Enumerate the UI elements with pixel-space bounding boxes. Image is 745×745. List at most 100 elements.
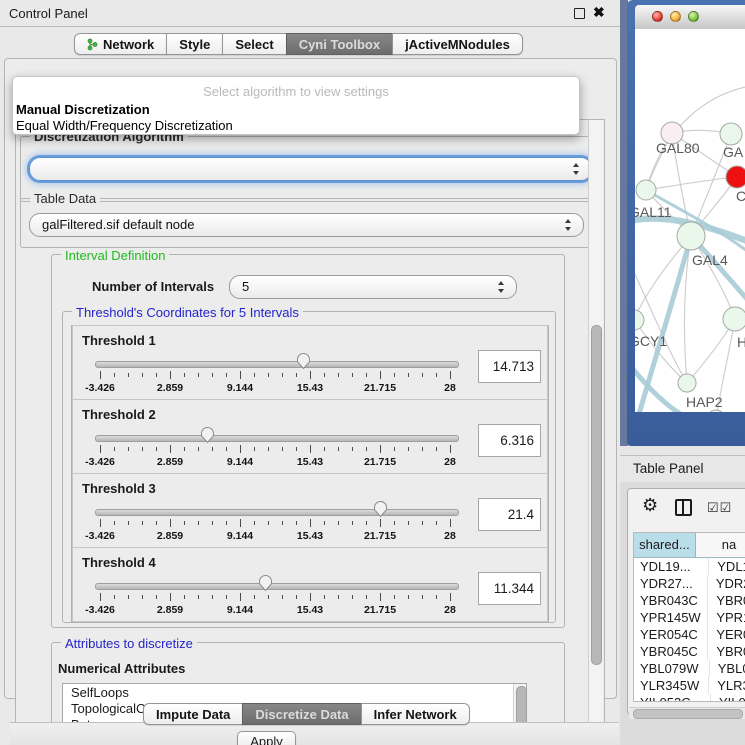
table-cell-name[interactable]: YDR2	[708, 575, 745, 592]
network-edge[interactable]	[635, 320, 687, 383]
network-edge[interactable]	[635, 236, 691, 320]
tick-mark	[422, 595, 423, 599]
tab-discretize-data[interactable]: Discretize Data	[242, 703, 361, 725]
popup-option-equal-width-frequency-discretization[interactable]: Equal Width/Frequency Discretization	[16, 118, 233, 133]
table-cell-shared-name[interactable]: YPR145W	[634, 609, 708, 626]
table-row[interactable]: YBR043CYBR0	[634, 592, 745, 609]
network-node-hap2[interactable]	[678, 374, 696, 392]
table-column-header[interactable]: shared...	[634, 533, 696, 557]
table-data-group: Table Data galFiltered.sif default node	[20, 198, 600, 248]
tick-mark	[380, 593, 381, 601]
checkboxes-icon[interactable]: ☑☑	[707, 500, 732, 516]
network-window-titlebar[interactable]	[635, 5, 745, 30]
network-edge[interactable]	[635, 274, 687, 383]
table-column-header[interactable]: na	[696, 533, 745, 557]
network-node-ga-node[interactable]	[720, 123, 742, 145]
threshold-value-field[interactable]: 14.713	[478, 350, 541, 383]
tab-label: Cyni Toolbox	[299, 37, 380, 52]
network-node-gal11[interactable]	[636, 180, 656, 200]
gear-icon[interactable]: ⚙	[642, 496, 658, 514]
columns-icon[interactable]	[675, 499, 692, 516]
table-row[interactable]: YER054CYER0	[634, 626, 745, 643]
table-cell-name[interactable]: YER0	[708, 626, 745, 643]
slider-thumb[interactable]	[258, 574, 273, 592]
float-icon[interactable]	[574, 8, 585, 19]
table-cell-name[interactable]: YLR3	[709, 677, 745, 694]
table-row[interactable]: YBR045CYBR0	[634, 643, 745, 660]
threshold-value-field[interactable]: 11.344	[478, 572, 541, 605]
tick-mark	[366, 595, 367, 599]
network-canvas[interactable]: GAL80GACGAL11GAL4GCY1HHAP2	[635, 29, 745, 412]
table-cell-shared-name[interactable]: YDL19...	[634, 558, 709, 575]
table-cell-shared-name[interactable]: YER054C	[634, 626, 708, 643]
slider-thumb[interactable]	[296, 352, 311, 370]
algorithm-combobox[interactable]	[29, 157, 592, 181]
settings-scrollbar-thumb[interactable]	[591, 325, 602, 665]
table-cell-name[interactable]: YBR0	[708, 643, 745, 660]
tab-impute-data[interactable]: Impute Data	[143, 703, 243, 725]
network-window-frame[interactable]: GAL80GACGAL11GAL4GCY1HHAP2	[627, 0, 745, 446]
minimize-traffic-light-icon[interactable]	[670, 11, 681, 22]
network-node-gal4[interactable]	[677, 222, 705, 250]
close-icon[interactable]: ✖	[593, 4, 605, 21]
table-cell-name[interactable]: YBL0	[710, 660, 745, 677]
network-node-selected-red-node[interactable]	[726, 166, 745, 188]
threshold-value-field[interactable]: 21.4	[478, 498, 541, 531]
tick-mark	[198, 373, 199, 377]
number-of-intervals-combobox[interactable]: 5	[229, 275, 517, 299]
list-scrollbar-thumb[interactable]	[516, 686, 527, 724]
table-hscrollbar-thumb[interactable]	[633, 709, 743, 719]
network-edge[interactable]	[646, 177, 737, 190]
tick-label: 9.144	[208, 456, 272, 468]
close-traffic-light-icon[interactable]	[652, 11, 663, 22]
slider-track[interactable]	[95, 583, 459, 590]
network-node-h-node[interactable]	[723, 307, 745, 331]
table-row[interactable]: YDL19...YDL1	[634, 558, 745, 575]
apply-button[interactable]: Apply	[237, 731, 296, 745]
slider-track[interactable]	[95, 361, 459, 368]
network-node-partial-node[interactable]	[707, 410, 725, 412]
tick-mark	[282, 373, 283, 377]
table-cell-name[interactable]: YBR0	[708, 592, 745, 609]
slider-track[interactable]	[95, 509, 459, 516]
table-cell-shared-name[interactable]: YBR045C	[634, 643, 708, 660]
table-row[interactable]: YPR145WYPR1	[634, 609, 745, 626]
table-row[interactable]: YDR27...YDR2	[634, 575, 745, 592]
list-scrollbar[interactable]	[513, 684, 526, 724]
attribute-item[interactable]: SelfLoops	[63, 684, 526, 700]
table-cell-shared-name[interactable]: YBL079W	[634, 660, 710, 677]
popup-option-manual-discretization[interactable]: Manual Discretization	[16, 102, 150, 117]
table-cell-shared-name[interactable]: YLR345W	[634, 677, 709, 694]
table-horizontal-scrollbar[interactable]	[629, 707, 745, 719]
slider-thumb[interactable]	[373, 500, 388, 518]
zoom-traffic-light-icon[interactable]	[688, 11, 699, 22]
table-cell-shared-name[interactable]: YDR27...	[634, 575, 708, 592]
tab-jactivemnodules[interactable]: jActiveMNodules	[392, 33, 523, 55]
threshold-label: Threshold 2	[82, 407, 156, 422]
tab-infer-network[interactable]: Infer Network	[361, 703, 470, 725]
tab-cyni-toolbox[interactable]: Cyni Toolbox	[286, 33, 393, 55]
table-row[interactable]: YBL079WYBL0	[634, 660, 745, 677]
table-cell-shared-name[interactable]: YIL052C	[634, 694, 711, 702]
network-node-gcy1[interactable]	[635, 310, 644, 330]
interval-definition-group: Interval Definition Number of Intervals …	[51, 254, 565, 628]
tab-style[interactable]: Style	[166, 33, 223, 55]
table-panel-header: Table Panel	[620, 455, 745, 483]
table-row[interactable]: YIL052CYIL0	[634, 694, 745, 702]
table-row[interactable]: YLR345WYLR3	[634, 677, 745, 694]
tick-label: 21.715	[348, 530, 412, 542]
tick-label: 21.715	[348, 382, 412, 394]
table-cell-name[interactable]: YIL0	[711, 694, 745, 702]
tab-select[interactable]: Select	[222, 33, 286, 55]
settings-scrollbar[interactable]	[588, 120, 603, 723]
threshold-value-field[interactable]: 6.316	[478, 424, 541, 457]
table-cell-name[interactable]: YPR1	[708, 609, 745, 626]
slider-thumb[interactable]	[200, 426, 215, 444]
tick-mark	[324, 521, 325, 525]
table-cell-shared-name[interactable]: YBR043C	[634, 592, 708, 609]
table-cell-name[interactable]: YDL1	[709, 558, 745, 575]
tab-network[interactable]: Network	[74, 33, 167, 55]
tick-label: -3.426	[68, 456, 132, 468]
slider-track[interactable]	[95, 435, 459, 442]
table-data-combobox[interactable]: galFiltered.sif default node	[29, 213, 584, 237]
